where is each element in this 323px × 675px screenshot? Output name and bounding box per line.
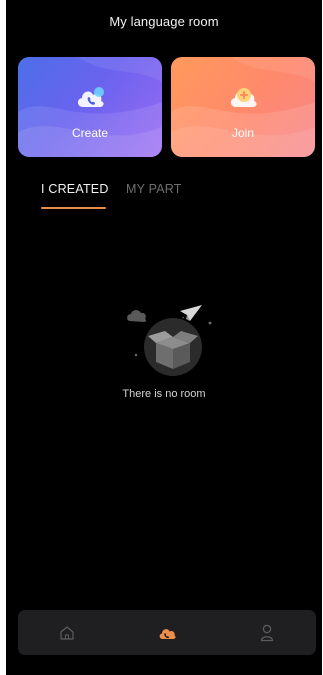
empty-box-icon — [127, 305, 212, 376]
bottom-nav-bar — [18, 610, 316, 655]
page-title: My language room — [109, 14, 219, 29]
profile-icon — [260, 624, 274, 641]
tab-i-created[interactable]: I CREATED — [41, 182, 109, 196]
phone-cloud-icon — [77, 87, 104, 107]
nav-rooms-button[interactable] — [137, 610, 197, 655]
nav-profile-button[interactable] — [237, 610, 297, 655]
create-room-card[interactable]: Create — [18, 57, 162, 157]
create-label: Create — [71, 126, 109, 140]
app-screen: My language room Create Join I CREATED M… — [6, 0, 322, 675]
home-icon — [60, 625, 74, 640]
plus-cloud-icon — [230, 88, 257, 107]
nav-home-button[interactable] — [37, 610, 97, 655]
join-room-card[interactable]: Join — [171, 57, 315, 157]
empty-state-message: There is no room — [122, 388, 206, 400]
active-tab-indicator — [41, 207, 106, 209]
join-label: Join — [231, 126, 254, 140]
cloud-room-icon — [159, 628, 176, 639]
tab-my-part[interactable]: MY PART — [126, 182, 182, 196]
